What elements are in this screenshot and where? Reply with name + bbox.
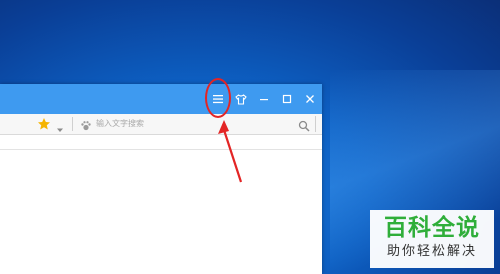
search-input[interactable]: 输入文字搜索 — [96, 117, 144, 131]
paw-search-engine-icon[interactable] — [80, 117, 92, 131]
watermark-subtitle: 助你轻松解决 — [386, 244, 477, 259]
toolbar-divider — [315, 116, 316, 132]
watermark-badge: 百科全说 助你轻松解决 — [370, 210, 494, 268]
browser-window: 输入文字搜索 — [0, 84, 322, 274]
minimize-icon[interactable] — [255, 90, 273, 108]
search-icon[interactable] — [298, 117, 310, 132]
chevron-down-icon[interactable] — [56, 119, 64, 132]
maximize-icon[interactable] — [278, 90, 296, 108]
window-titlebar[interactable] — [0, 84, 322, 114]
annotation-arrow — [214, 118, 244, 188]
star-icon[interactable] — [37, 116, 51, 130]
watermark-title: 百科全说 — [384, 215, 480, 241]
annotation-circle — [205, 78, 231, 118]
toolbar-divider — [72, 117, 73, 131]
close-icon[interactable] — [301, 90, 319, 108]
address-toolbar: 输入文字搜索 — [0, 114, 322, 135]
tshirt-skin-icon[interactable] — [232, 90, 250, 108]
bookmarks-bar — [0, 135, 322, 150]
